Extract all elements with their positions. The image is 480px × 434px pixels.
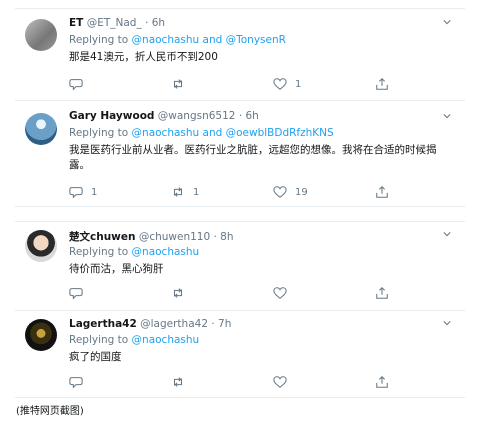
share-button[interactable]: [375, 76, 389, 92]
share-icon: [376, 376, 388, 388]
retweet-button[interactable]: [171, 374, 185, 390]
replying-to: Replying to @naochashu and @oewblBDdRfzh…: [69, 127, 334, 139]
tweet-text: 疯了的国度: [69, 351, 122, 363]
tweet-thread-1: ET @ET_Nad_ · 6h Replying to @naochashu …: [15, 8, 465, 207]
like-count: 1: [295, 78, 302, 90]
tweet-thread-2: 楚文chuwen @chuwen110 · 8h Replying to @na…: [15, 221, 465, 398]
chevron-down-icon[interactable]: [443, 18, 451, 26]
tweet-time[interactable]: · 6h: [239, 110, 259, 122]
like-icon: [273, 186, 287, 198]
author-name[interactable]: Gary Haywood: [69, 110, 154, 122]
tweet-time[interactable]: · 6h: [145, 17, 165, 29]
image-caption: (推特网页截图): [16, 406, 84, 417]
share-icon: [376, 186, 388, 198]
author-handle[interactable]: @wangsn6512: [158, 110, 236, 122]
author-handle[interactable]: @lagertha42: [140, 318, 208, 330]
reply-mentions[interactable]: @naochashu and @TonysenR: [132, 34, 286, 46]
retweet-button[interactable]: [171, 76, 193, 92]
tweet-actions: 1: [69, 76, 399, 92]
retweet-button[interactable]: 1: [171, 184, 199, 200]
replying-to: Replying to @naochashu: [69, 246, 199, 258]
reply-button[interactable]: [69, 76, 91, 92]
avatar[interactable]: [25, 319, 57, 351]
tweet-text: 那是41澳元，折人民币不到200: [69, 51, 218, 63]
like-button[interactable]: 1: [273, 76, 301, 92]
tweet-actions: [69, 374, 399, 390]
tweet-actions: 1 1 19: [69, 184, 399, 200]
tweet-et[interactable]: ET @ET_Nad_ · 6h Replying to @naochashu …: [15, 9, 465, 99]
like-count: 19: [295, 186, 308, 198]
reply-button[interactable]: [69, 374, 83, 390]
like-icon: [273, 376, 287, 388]
tweet-text: 待价而沽，黑心狗肝: [69, 263, 164, 275]
share-icon: [376, 287, 388, 299]
avatar[interactable]: [25, 113, 57, 145]
author-handle[interactable]: @chuwen110: [139, 231, 210, 243]
author-name[interactable]: Lagertha42: [69, 318, 137, 330]
like-button[interactable]: 19: [273, 184, 308, 200]
tweet-text: 我是医药行业前从业者。医药行业之肮脏，远超您的想像。我将在合适的时候揭露。: [69, 144, 437, 171]
retweet-button[interactable]: [171, 285, 185, 301]
author-handle[interactable]: @ET_Nad_: [87, 17, 142, 29]
tweet-gary[interactable]: Gary Haywood @wangsn6512 · 6h Replying t…: [15, 100, 465, 206]
share-icon: [376, 78, 388, 90]
author-name[interactable]: ET: [69, 17, 83, 29]
tweet-header: Gary Haywood @wangsn6512 · 6h: [69, 110, 259, 122]
retweet-icon: [173, 288, 183, 298]
tweet-header: ET @ET_Nad_ · 6h: [69, 17, 165, 29]
like-icon: [273, 287, 287, 299]
replying-to: Replying to @naochashu: [69, 334, 199, 346]
share-button[interactable]: [375, 184, 389, 200]
reply-mentions[interactable]: @naochashu: [132, 334, 200, 346]
retweet-icon: [173, 187, 183, 197]
retweet-count: 1: [193, 186, 200, 198]
reply-mentions[interactable]: @naochashu and @oewblBDdRfzhKNS: [132, 127, 334, 139]
tweet-chuwen[interactable]: 楚文chuwen @chuwen110 · 8h Replying to @na…: [15, 222, 465, 309]
reply-button[interactable]: [69, 285, 83, 301]
replying-prefix: Replying to: [69, 334, 129, 346]
share-button[interactable]: [375, 285, 389, 301]
tweet-header: Lagertha42 @lagertha42 · 7h: [69, 318, 231, 330]
retweet-icon: [173, 79, 183, 89]
replying-prefix: Replying to: [69, 246, 129, 258]
like-button[interactable]: [273, 285, 287, 301]
tweet-header: 楚文chuwen @chuwen110 · 8h: [69, 229, 234, 244]
chevron-down-icon[interactable]: [443, 112, 451, 120]
tweet-time[interactable]: · 8h: [214, 231, 234, 243]
avatar[interactable]: [25, 230, 57, 262]
replying-prefix: Replying to: [69, 34, 129, 46]
share-button[interactable]: [375, 374, 389, 390]
reply-mentions[interactable]: @naochashu: [132, 246, 200, 258]
reply-icon: [69, 187, 83, 199]
author-name[interactable]: 楚文chuwen: [69, 231, 135, 243]
reply-icon: [69, 288, 83, 300]
reply-icon: [69, 79, 83, 91]
chevron-down-icon[interactable]: [443, 319, 451, 327]
retweet-icon: [173, 377, 183, 387]
like-icon: [273, 78, 287, 90]
tweet-actions: [69, 285, 399, 301]
tweet-time[interactable]: · 7h: [211, 318, 231, 330]
reply-count: 1: [91, 186, 98, 198]
avatar[interactable]: [25, 19, 57, 51]
like-button[interactable]: [273, 374, 287, 390]
reply-icon: [69, 377, 83, 389]
tweet-lagertha[interactable]: Lagertha42 @lagertha42 · 7h Replying to …: [15, 310, 465, 397]
chevron-down-icon[interactable]: [443, 230, 451, 238]
replying-prefix: Replying to: [69, 127, 129, 139]
replying-to: Replying to @naochashu and @TonysenR: [69, 34, 286, 46]
reply-button[interactable]: 1: [69, 184, 97, 200]
